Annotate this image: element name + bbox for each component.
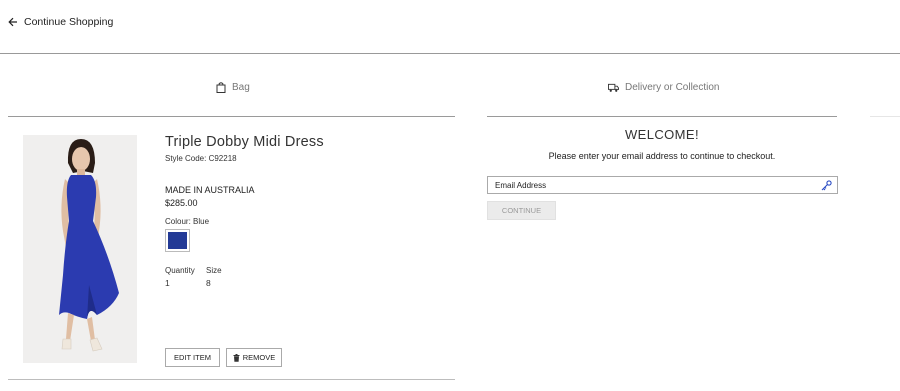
arrow-left-icon: [8, 17, 17, 27]
step-bag-label: Bag: [232, 82, 250, 93]
product-image[interactable]: [23, 135, 137, 363]
colour-label: Colour: Blue: [165, 217, 210, 226]
divider: [8, 116, 455, 117]
product-price: $285.00: [165, 198, 198, 208]
welcome-instructions: Please enter your email address to conti…: [548, 151, 776, 161]
product-title[interactable]: Triple Dobby Midi Dress: [165, 134, 324, 150]
edit-item-button[interactable]: EDIT ITEM: [165, 348, 220, 367]
divider: [487, 116, 837, 117]
colour-swatch[interactable]: [165, 229, 190, 252]
quantity-label: Quantity: [165, 266, 195, 275]
swatch-fill: [168, 232, 187, 249]
continue-shopping-link[interactable]: Continue Shopping: [8, 16, 113, 28]
dress-model-illustration: [23, 135, 137, 363]
trash-icon: [233, 353, 240, 362]
divider: [870, 116, 900, 117]
password-key-icon[interactable]: [821, 180, 832, 191]
welcome-heading: WELCOME!: [625, 127, 699, 142]
style-code: Style Code: C92218: [165, 154, 237, 163]
size-label: Size: [206, 266, 222, 275]
email-field[interactable]: [488, 177, 808, 193]
bag-icon: [216, 82, 226, 93]
edit-item-label: EDIT ITEM: [174, 353, 211, 362]
size-value: 8: [206, 278, 211, 288]
step-bag[interactable]: Bag: [216, 82, 250, 93]
step-delivery-or-collection[interactable]: Delivery or Collection: [608, 82, 719, 93]
truck-icon: [608, 83, 619, 92]
continue-label: CONTINUE: [501, 206, 542, 215]
email-field-wrapper: [487, 176, 838, 194]
divider: [8, 379, 455, 380]
quantity-value: 1: [165, 278, 170, 288]
top-bar: Continue Shopping: [0, 0, 900, 54]
remove-label: REMOVE: [242, 353, 276, 362]
product-origin: MADE IN AUSTRALIA: [165, 185, 255, 195]
continue-shopping-label: Continue Shopping: [24, 16, 114, 28]
continue-button[interactable]: CONTINUE: [487, 201, 556, 220]
step-delivery-label: Delivery or Collection: [625, 82, 720, 93]
remove-button[interactable]: REMOVE: [226, 348, 282, 367]
